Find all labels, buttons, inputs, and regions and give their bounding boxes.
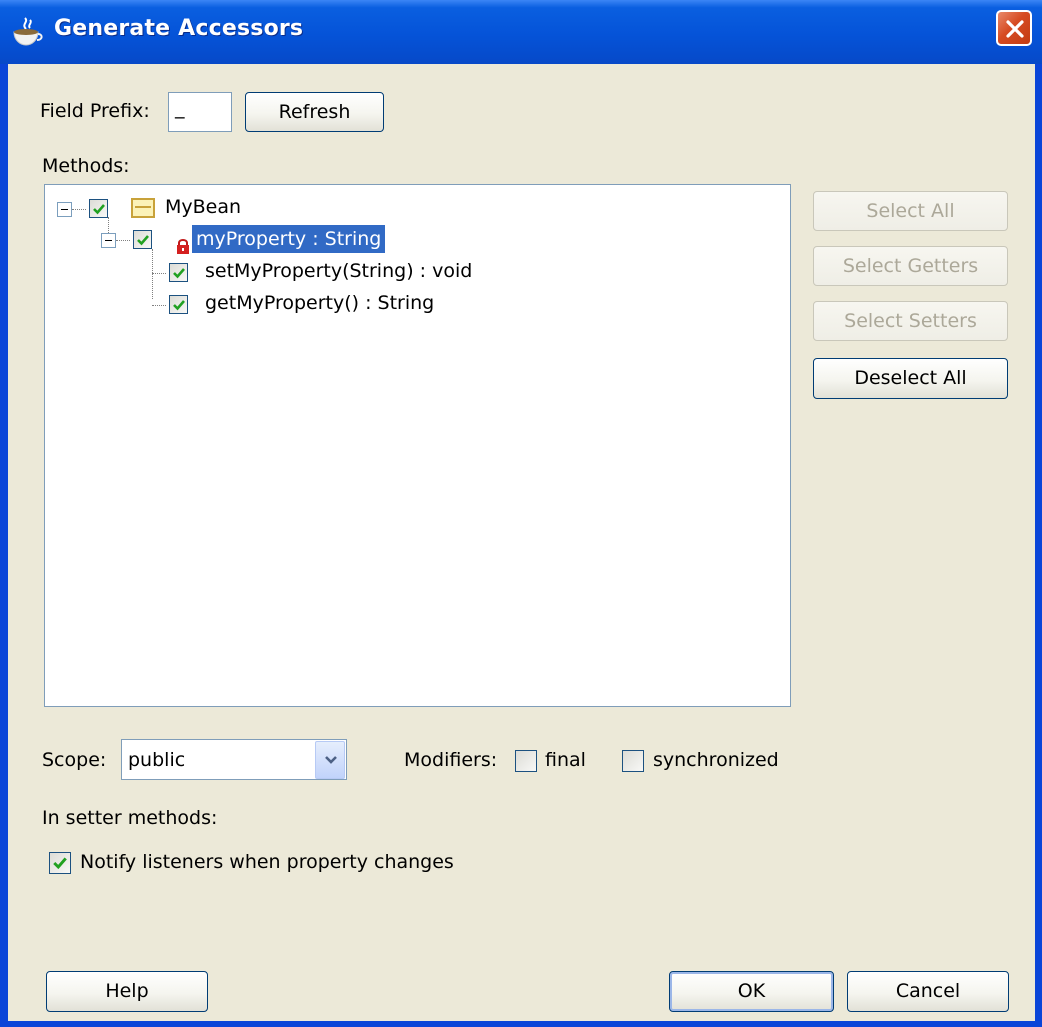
check-icon xyxy=(137,235,149,246)
getter-checkbox[interactable] xyxy=(169,295,188,314)
refresh-button[interactable]: Refresh xyxy=(245,92,384,132)
private-field-lock-icon xyxy=(176,237,190,260)
chevron-down-icon xyxy=(325,756,337,764)
synchronized-label: synchronized xyxy=(653,749,779,771)
tree-node-setter[interactable]: setMyProperty(String) : void xyxy=(205,260,472,282)
collapse-icon[interactable] xyxy=(57,202,72,217)
dialog-body: Field Prefix: _ Refresh Methods: MyBean xyxy=(8,64,1035,1021)
scope-label: Scope: xyxy=(42,749,107,771)
final-checkbox[interactable] xyxy=(515,750,537,772)
methods-label: Methods: xyxy=(42,155,130,177)
deselect-all-button[interactable]: Deselect All xyxy=(813,358,1008,399)
java-cup-icon xyxy=(10,16,44,48)
scope-value: public xyxy=(128,749,186,771)
help-button[interactable]: Help xyxy=(46,971,208,1012)
dropdown-arrow[interactable] xyxy=(315,741,345,779)
notify-listeners-checkbox[interactable] xyxy=(49,852,71,874)
window-title: Generate Accessors xyxy=(54,16,304,41)
select-setters-button[interactable]: Select Setters xyxy=(813,301,1008,341)
cancel-button[interactable]: Cancel xyxy=(847,971,1009,1012)
tree-node-myproperty[interactable]: myProperty : String xyxy=(192,225,386,253)
check-icon xyxy=(93,204,105,215)
methods-tree[interactable]: MyBean myProperty : String setMyProperty… xyxy=(44,184,791,707)
scope-select[interactable]: public xyxy=(121,739,347,780)
mybean-checkbox[interactable] xyxy=(89,199,108,218)
tree-node-mybean[interactable]: MyBean xyxy=(165,196,241,218)
close-icon xyxy=(1006,20,1024,38)
check-icon xyxy=(53,857,67,870)
select-all-button[interactable]: Select All xyxy=(813,191,1008,231)
ok-button[interactable]: OK xyxy=(669,971,834,1012)
synchronized-checkbox[interactable] xyxy=(622,750,644,772)
tree-node-getter[interactable]: getMyProperty() : String xyxy=(205,292,434,314)
select-getters-button[interactable]: Select Getters xyxy=(813,246,1008,286)
check-icon xyxy=(173,268,185,279)
field-prefix-label: Field Prefix: xyxy=(40,100,150,122)
setter-checkbox[interactable] xyxy=(169,263,188,282)
final-label: final xyxy=(545,749,586,771)
close-button[interactable] xyxy=(996,10,1032,46)
field-prefix-value: _ xyxy=(175,97,185,119)
collapse-icon[interactable] xyxy=(101,233,116,248)
title-bar: Generate Accessors xyxy=(0,0,1042,64)
myproperty-checkbox[interactable] xyxy=(133,230,152,249)
class-icon xyxy=(131,198,155,218)
field-prefix-input[interactable]: _ xyxy=(168,92,232,132)
check-icon xyxy=(173,300,185,311)
modifiers-label: Modifiers: xyxy=(404,749,498,771)
notify-listeners-label: Notify listeners when property changes xyxy=(80,851,454,873)
setter-section-label: In setter methods: xyxy=(42,807,218,829)
